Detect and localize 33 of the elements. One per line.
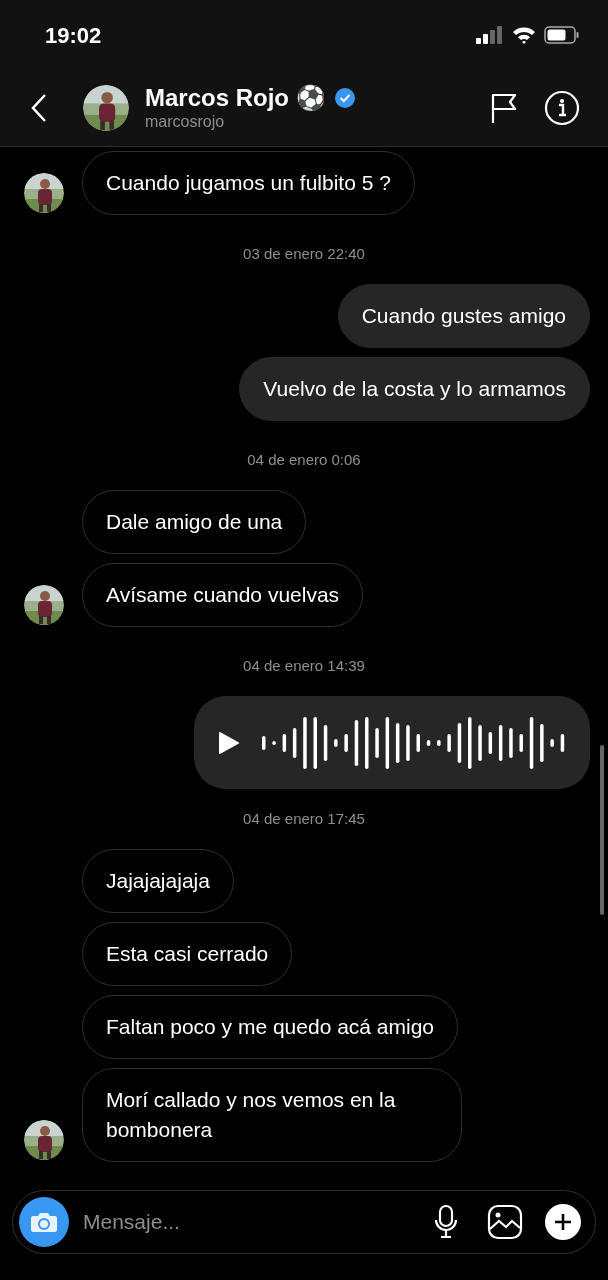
play-icon[interactable] [218, 730, 240, 755]
contact-name: Marcos Rojo ⚽ [145, 84, 326, 112]
timestamp: 04 de enero 17:45 [243, 809, 365, 829]
flag-icon [490, 92, 518, 124]
timestamp: 04 de enero 0:06 [247, 450, 361, 470]
plus-icon [553, 1212, 573, 1232]
wifi-icon [512, 26, 536, 44]
battery-icon [544, 26, 580, 44]
message-bubble: Avísame cuando vuelvas [82, 563, 364, 627]
image-icon[interactable] [487, 1204, 523, 1240]
camera-button[interactable] [19, 1197, 69, 1247]
timestamp: 04 de enero 14:39 [243, 656, 365, 676]
info-icon [544, 90, 580, 126]
report-button[interactable] [490, 92, 518, 124]
info-button[interactable] [544, 90, 580, 126]
message-bubble: Vuelvo de la costa y lo armamos [239, 357, 590, 421]
back-icon [30, 93, 48, 123]
add-button[interactable] [545, 1204, 581, 1240]
message-bubble: Dale amigo de una [82, 490, 307, 554]
voice-message[interactable] [194, 696, 590, 789]
message-bubble: Cuando gustes amigo [337, 284, 590, 348]
camera-icon [30, 1210, 58, 1234]
clock: 19:02 [45, 21, 102, 50]
message-bubble: Morí callado y nos vemos en la bombonera [82, 1068, 462, 1162]
message-bubble: Faltan poco y me quedo acá amigo [82, 995, 459, 1059]
message-bubble: Jajajajajaja [82, 849, 234, 913]
message-bubble: Cuando jugamos un fulbito 5 ? [82, 151, 415, 215]
message-bubble: Esta casi cerrado [82, 922, 293, 986]
contact-username: marcosrojo [145, 112, 226, 132]
message-input[interactable]: Mensaje... [83, 1206, 433, 1238]
microphone-icon[interactable] [433, 1204, 459, 1240]
signal-icon [476, 26, 504, 44]
timestamp: 03 de enero 22:40 [243, 244, 365, 264]
